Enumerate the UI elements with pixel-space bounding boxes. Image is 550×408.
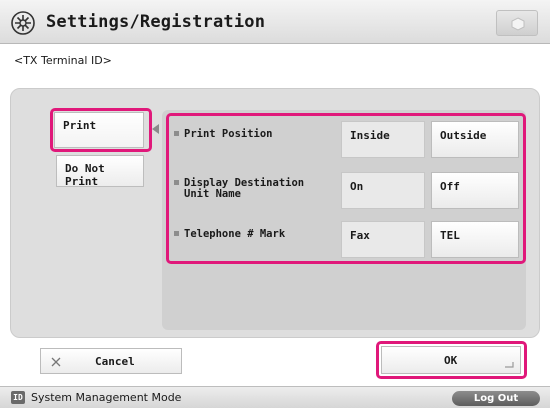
setting-name: <TX Terminal ID>	[14, 54, 112, 67]
log-out-button[interactable]: Log Out	[452, 391, 540, 406]
title-bar: Settings/Registration	[0, 0, 550, 44]
do-not-print-button-label: Do Not Print	[65, 162, 105, 188]
print-highlight	[50, 108, 152, 152]
do-not-print-button[interactable]: Do Not Print	[56, 155, 144, 188]
settings-gear-icon	[11, 11, 35, 35]
page-title: Settings/Registration	[46, 12, 266, 32]
log-out-label: Log Out	[473, 393, 519, 404]
ok-highlight	[376, 341, 527, 379]
status-bar: ID System Management Mode Log Out	[0, 386, 550, 408]
options-highlight	[166, 113, 526, 264]
cancel-button-label: Cancel	[95, 355, 135, 368]
cancel-button[interactable]: Cancel	[40, 348, 182, 374]
pointer-arrow-icon	[152, 124, 159, 134]
system-management-mode-label: System Management Mode	[31, 391, 182, 404]
cube-icon	[511, 17, 525, 31]
home-button[interactable]	[496, 10, 538, 36]
id-badge-icon: ID	[11, 391, 25, 404]
close-icon	[51, 357, 61, 367]
